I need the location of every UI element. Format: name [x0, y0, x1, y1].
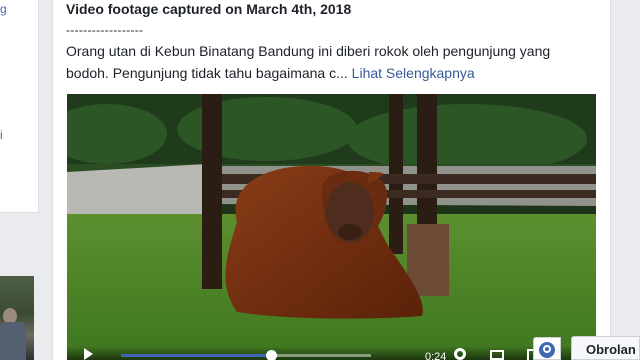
- progress-scrubber[interactable]: [266, 350, 277, 360]
- picture-in-picture-icon[interactable]: [490, 350, 504, 360]
- progress-fill: [121, 354, 271, 357]
- post-body-text: Orang utan di Kebun Binatang Bandung ini…: [66, 43, 551, 81]
- progress-bar[interactable]: [121, 350, 371, 360]
- sidebar-text-fragment[interactable]: i: [0, 128, 3, 142]
- see-more-link[interactable]: Lihat Selengkapnya: [352, 65, 475, 81]
- left-sidebar-panel: g i: [0, 0, 39, 213]
- settings-gear-icon[interactable]: [454, 348, 466, 360]
- video-player[interactable]: 0:24: [67, 94, 596, 360]
- video-frame: [67, 94, 596, 360]
- post-title-line: Video footage captured on March 4th, 201…: [66, 1, 352, 17]
- play-icon[interactable]: [84, 348, 93, 360]
- sidebar-photo[interactable]: [0, 276, 34, 360]
- person-torso: [0, 322, 26, 360]
- post-card: Video footage captured on March 4th, 201…: [52, 0, 611, 360]
- post-separator: ------------------: [66, 23, 144, 37]
- globe-icon: [539, 342, 555, 358]
- chat-globe-button[interactable]: [533, 337, 561, 360]
- video-time: 0:24: [425, 351, 447, 360]
- chat-label: Obrolan: [586, 342, 636, 357]
- video-controls-bar: 0:24: [67, 346, 596, 360]
- sidebar-text-fragment[interactable]: g: [0, 2, 7, 16]
- post-body: Orang utan di Kebun Binatang Bandung ini…: [66, 40, 596, 84]
- chat-bar[interactable]: Obrolan: [571, 336, 640, 360]
